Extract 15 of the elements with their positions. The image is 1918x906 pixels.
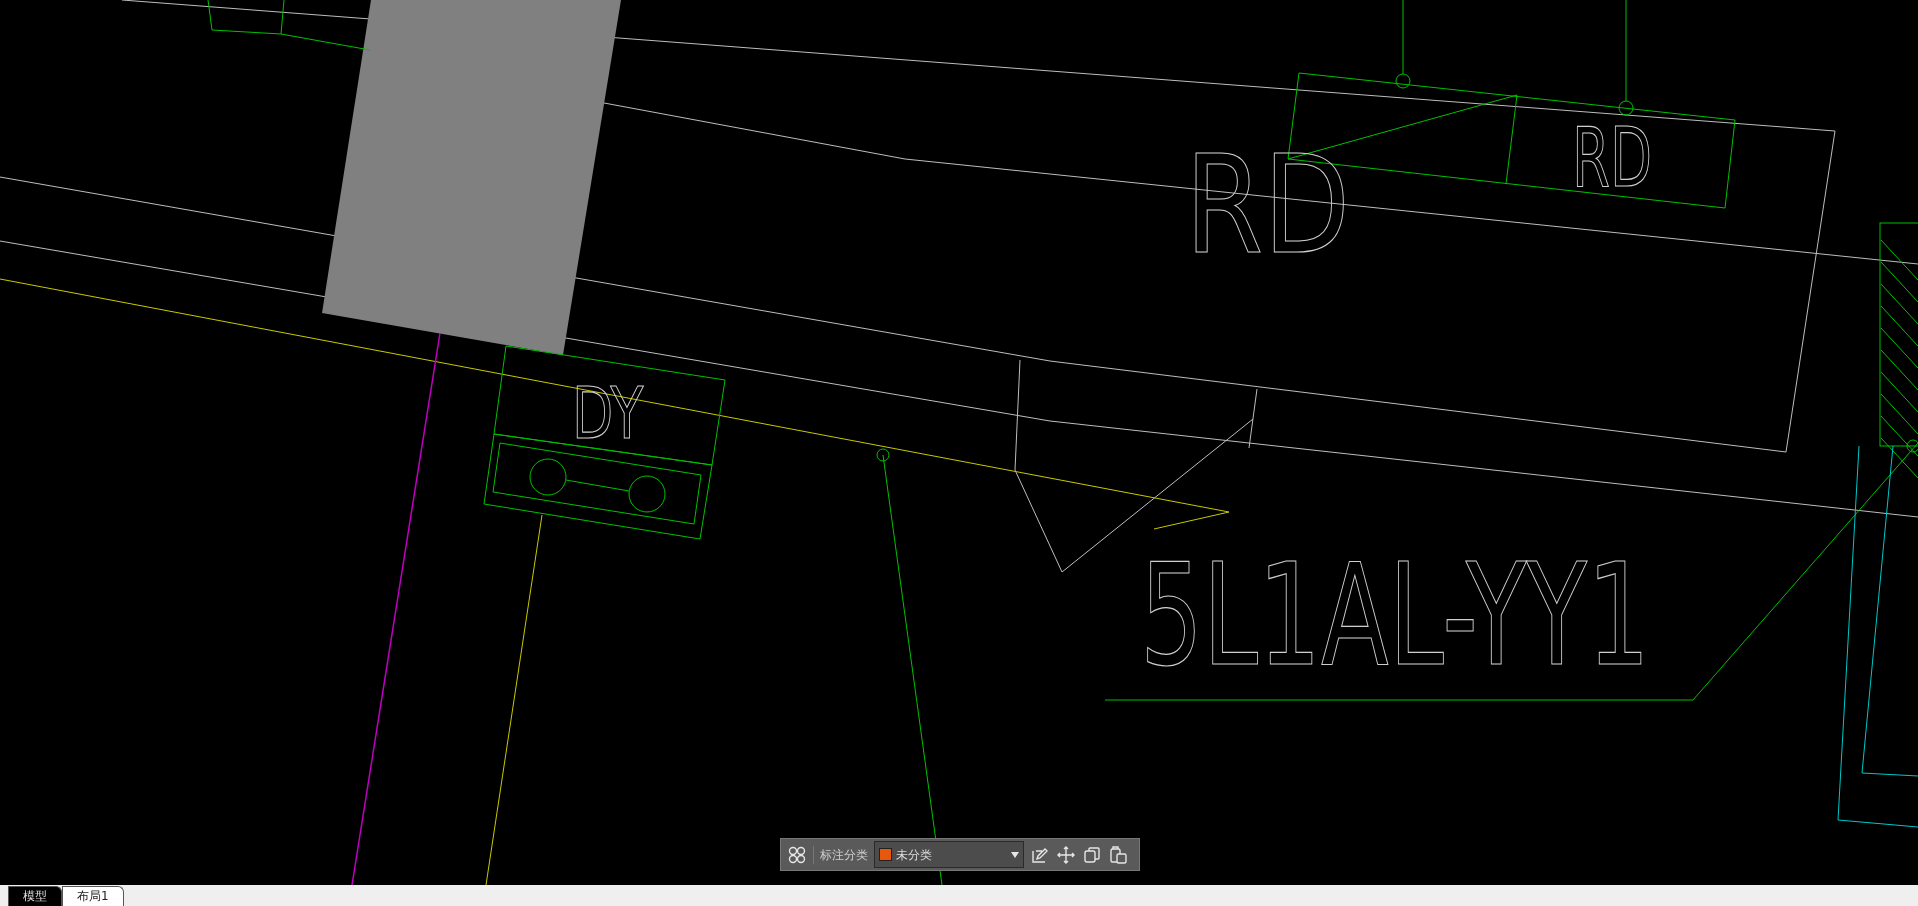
paste-icon[interactable] (1108, 844, 1128, 865)
copy-icon[interactable] (1082, 844, 1102, 865)
node-circle (876, 448, 890, 462)
layout-tab[interactable]: 模型 (8, 886, 62, 906)
cad-text: DY (572, 371, 644, 455)
layout-tab[interactable]: 布局1 (62, 886, 124, 906)
cad-text: 5L1AL-YY1 (1140, 533, 1650, 698)
cad-text: RD (1572, 109, 1652, 205)
node-circle (1395, 73, 1411, 89)
move-icon[interactable] (1056, 844, 1076, 865)
category-label: 标注分类 (813, 845, 868, 864)
grid-icon[interactable] (787, 844, 807, 865)
category-dropdown[interactable]: 未分类 (874, 841, 1024, 868)
node-circle (1618, 100, 1634, 116)
caret-icon (1011, 851, 1019, 858)
